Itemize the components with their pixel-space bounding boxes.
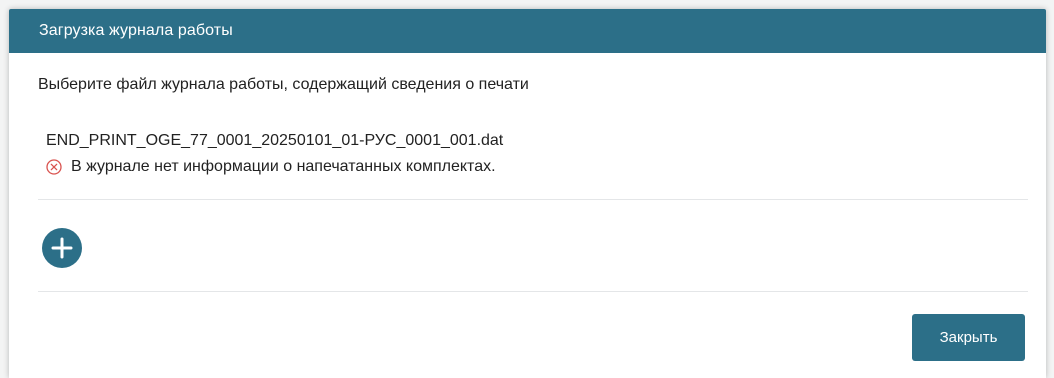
selected-file: END_PRINT_OGE_77_0001_20250101_01-РУС_00… [46, 131, 1026, 177]
dialog-header: Загрузка журнала работы [9, 9, 1046, 53]
plus-icon [51, 237, 73, 259]
dialog-prompt: Выберите файл журнала работы, содержащий… [38, 76, 529, 93]
divider [38, 199, 1028, 200]
divider [38, 291, 1028, 292]
add-file-button[interactable] [42, 228, 82, 268]
close-button[interactable]: Закрыть [912, 314, 1025, 361]
file-name: END_PRINT_OGE_77_0001_20250101_01-РУС_00… [46, 132, 504, 149]
dialog-title: Загрузка журнала работы [39, 22, 233, 39]
upload-log-dialog: Загрузка журнала работы Выберите файл жу… [9, 9, 1046, 378]
error-message: В журнале нет информации о напечатанных … [71, 158, 496, 175]
file-error: В журнале нет информации о напечатанных … [46, 157, 1026, 177]
error-circle-x-icon [46, 159, 62, 175]
